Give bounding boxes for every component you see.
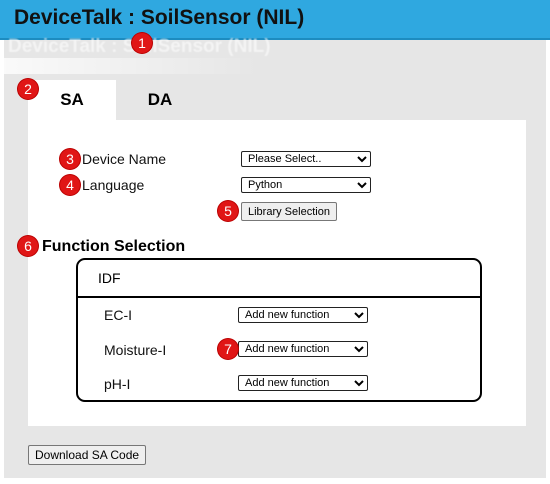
idf-label: IDF bbox=[98, 270, 121, 286]
language-select[interactable]: Python bbox=[241, 177, 371, 193]
idf-row-select-ec[interactable]: Add new function bbox=[238, 307, 368, 323]
app-title: DeviceTalk : SoilSensor (NIL) bbox=[14, 6, 305, 29]
idf-header: IDF bbox=[78, 260, 480, 298]
device-name-select[interactable]: Please Select.. bbox=[241, 151, 371, 167]
library-selection-button[interactable]: Library Selection bbox=[241, 202, 337, 221]
idf-row-label-moisture: Moisture-I bbox=[104, 342, 167, 358]
device-name-label: Device Name bbox=[82, 151, 167, 167]
tab-sa[interactable]: SA bbox=[28, 80, 116, 120]
function-selection-title: Function Selection bbox=[42, 238, 186, 255]
idf-row-select-ph[interactable]: Add new function bbox=[238, 375, 368, 391]
annotation-badge-2: 2 bbox=[18, 79, 38, 99]
idf-row-select-moisture[interactable]: Add new function bbox=[238, 341, 368, 357]
annotation-badge-6: 6 bbox=[18, 236, 38, 256]
annotation-badge-7: 7 bbox=[218, 339, 238, 359]
title-bar: DeviceTalk : SoilSensor (NIL) bbox=[0, 0, 550, 40]
idf-box: IDF EC-I Add new function Moisture-I Add… bbox=[76, 258, 482, 402]
annotation-badge-4: 4 bbox=[60, 175, 80, 195]
download-sa-code-button[interactable]: Download SA Code bbox=[28, 445, 147, 465]
ghost-highlight bbox=[0, 58, 260, 74]
annotation-badge-5: 5 bbox=[218, 201, 238, 221]
tab-da[interactable]: DA bbox=[116, 80, 204, 120]
language-label: Language bbox=[82, 177, 145, 193]
idf-row-label-ec: EC-I bbox=[104, 307, 132, 323]
annotation-badge-3: 3 bbox=[60, 149, 80, 169]
annotation-badge-1: 1 bbox=[132, 33, 152, 53]
idf-row-label-ph: pH-I bbox=[104, 376, 131, 392]
